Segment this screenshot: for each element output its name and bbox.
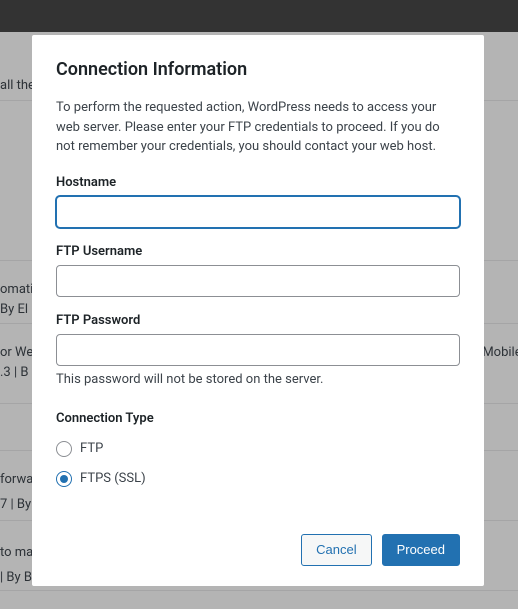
hostname-field: Hostname: [56, 175, 460, 228]
hostname-label: Hostname: [56, 175, 460, 190]
radio-icon: [56, 441, 72, 457]
connection-type-label: Connection Type: [56, 411, 460, 426]
ftp-username-input[interactable]: [56, 265, 460, 297]
password-help-text: This password will not be stored on the …: [56, 372, 460, 387]
proceed-button[interactable]: Proceed: [382, 534, 460, 566]
hostname-input[interactable]: [56, 196, 460, 228]
radio-option-ftp[interactable]: FTP: [56, 434, 460, 464]
ftp-password-label: FTP Password: [56, 313, 460, 328]
ftp-password-input[interactable]: [56, 334, 460, 366]
dialog-title: Connection Information: [56, 59, 460, 80]
dialog-footer: Cancel Proceed: [56, 534, 460, 566]
connection-info-dialog: Connection Information To perform the re…: [32, 35, 484, 586]
radio-option-ftps[interactable]: FTPS (SSL): [56, 464, 460, 494]
ftp-username-label: FTP Username: [56, 244, 460, 259]
cancel-button[interactable]: Cancel: [301, 534, 371, 566]
dialog-description: To perform the requested action, WordPre…: [56, 98, 460, 157]
password-field: FTP Password This password will not be s…: [56, 313, 460, 387]
radio-icon: [56, 471, 72, 487]
radio-label-ftp: FTP: [80, 441, 103, 456]
radio-label-ftps: FTPS (SSL): [80, 471, 146, 486]
connection-type-group: Connection Type FTP FTPS (SSL): [56, 411, 460, 494]
username-field: FTP Username: [56, 244, 460, 297]
